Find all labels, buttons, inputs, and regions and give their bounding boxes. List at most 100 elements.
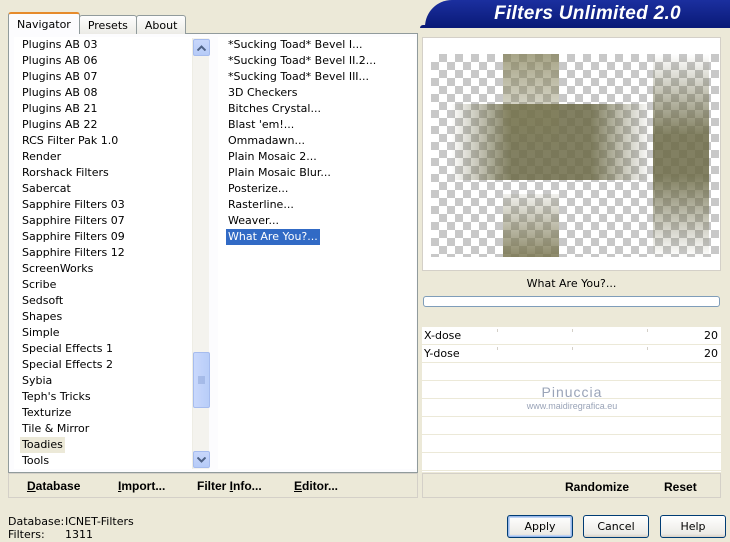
- list-item[interactable]: RCS Filter Pak 1.0: [14, 133, 208, 149]
- help-button[interactable]: Help: [660, 515, 726, 538]
- list-item[interactable]: Shapes: [14, 309, 208, 325]
- list-item-label: Sedsoft: [22, 294, 64, 307]
- list-item[interactable]: Tile & Mirror: [14, 421, 208, 437]
- selected-filter-title: What Are You?...: [422, 274, 721, 294]
- right-button-bar: Randomize Reset: [422, 473, 721, 498]
- filter-info-button[interactable]: Filter Info...: [197, 479, 262, 493]
- list-item[interactable]: Posterize...: [218, 181, 416, 197]
- list-item[interactable]: Plain Mosaic 2...: [218, 149, 416, 165]
- list-item[interactable]: Sabercat: [14, 181, 208, 197]
- slider-tick: [647, 347, 648, 350]
- list-item-label: Plugins AB 07: [22, 70, 98, 83]
- param-label: Y-dose: [424, 347, 460, 360]
- list-item[interactable]: Ommadawn...: [218, 133, 416, 149]
- list-item[interactable]: Rasterline...: [218, 197, 416, 213]
- chevron-up-icon: [197, 44, 206, 51]
- list-item[interactable]: Bitches Crystal...: [218, 101, 416, 117]
- list-item-label: Plugins AB 21: [22, 102, 98, 115]
- param-row-empty: [422, 363, 721, 381]
- list-item-label: Bitches Crystal...: [228, 102, 321, 115]
- scroll-down-button[interactable]: [193, 451, 210, 468]
- parameter-panel: X-dose 20 Y-dose 20 Pinuccia www.maidire…: [422, 327, 721, 472]
- list-item[interactable]: Plugins AB 03: [14, 37, 208, 53]
- filter-list[interactable]: *Sucking Toad* Bevel I... *Sucking Toad* …: [218, 37, 416, 469]
- scroll-thumb[interactable]: [193, 352, 210, 408]
- list-item-label: Shapes: [22, 310, 63, 323]
- list-item[interactable]: *Sucking Toad* Bevel II.2...: [218, 53, 416, 69]
- preview-bar-right: [653, 54, 709, 257]
- list-item[interactable]: *Sucking Toad* Bevel I...: [218, 37, 416, 53]
- list-item[interactable]: Plugins AB 22: [14, 117, 208, 133]
- list-item[interactable]: Teph's Tricks: [14, 389, 208, 405]
- list-item-label: Sabercat: [22, 182, 71, 195]
- list-item-label: RCS Filter Pak 1.0: [22, 134, 119, 147]
- list-item-label: Posterize...: [228, 182, 289, 195]
- scroll-up-button[interactable]: [193, 39, 210, 56]
- list-item[interactable]: Toadies: [14, 437, 208, 453]
- slider-tick: [572, 347, 573, 350]
- list-item[interactable]: Special Effects 1: [14, 341, 208, 357]
- list-item[interactable]: Sapphire Filters 12: [14, 245, 208, 261]
- list-item[interactable]: What Are You?...: [218, 229, 416, 245]
- list-item[interactable]: Render: [14, 149, 208, 165]
- list-item-label: Simple: [22, 326, 60, 339]
- list-item-label: Sapphire Filters 07: [22, 214, 125, 227]
- list-item[interactable]: Scribe: [14, 277, 208, 293]
- param-row-empty: [422, 417, 721, 435]
- tab-presets[interactable]: Presets: [78, 15, 137, 34]
- list-item[interactable]: Blast 'em!...: [218, 117, 416, 133]
- list-item-label: Texturize: [22, 406, 72, 419]
- slider-tick: [497, 329, 498, 332]
- list-item-label: Teph's Tricks: [22, 390, 91, 403]
- randomize-button[interactable]: Randomize: [565, 480, 629, 494]
- tab-about[interactable]: About: [135, 15, 187, 34]
- list-item-label: Plugins AB 03: [22, 38, 98, 51]
- list-item-label: ScreenWorks: [22, 262, 94, 275]
- list-item[interactable]: ScreenWorks: [14, 261, 208, 277]
- param-row-x-dose[interactable]: X-dose 20: [422, 327, 721, 345]
- list-item[interactable]: Rorshack Filters: [14, 165, 208, 181]
- left-button-bar: Database Import... Filter Info... Editor…: [8, 473, 418, 498]
- list-item[interactable]: Sybia: [14, 373, 208, 389]
- list-item[interactable]: Plain Mosaic Blur...: [218, 165, 416, 181]
- apply-button[interactable]: Apply: [507, 515, 573, 538]
- list-item[interactable]: Simple: [14, 325, 208, 341]
- slider-tick: [572, 329, 573, 332]
- watermark-name: Pinuccia: [541, 384, 603, 400]
- list-item-label: 3D Checkers: [228, 86, 298, 99]
- editor-button[interactable]: Editor...: [294, 479, 338, 493]
- list-item[interactable]: Plugins AB 06: [14, 53, 208, 69]
- list-item[interactable]: Sapphire Filters 07: [14, 213, 208, 229]
- cancel-button[interactable]: Cancel: [583, 515, 649, 538]
- list-item[interactable]: *Sucking Toad* Bevel III...: [218, 69, 416, 85]
- list-item[interactable]: Tools: [14, 453, 208, 469]
- watermark-site: www.maidiregrafica.eu: [526, 401, 618, 411]
- slider-tick: [497, 347, 498, 350]
- list-item[interactable]: Sapphire Filters 09: [14, 229, 208, 245]
- list-item[interactable]: Plugins AB 07: [14, 69, 208, 85]
- list-item[interactable]: Special Effects 2: [14, 357, 208, 373]
- reset-button[interactable]: Reset: [664, 480, 697, 494]
- list-item-label: Tile & Mirror: [22, 422, 90, 435]
- list-item[interactable]: Sedsoft: [14, 293, 208, 309]
- chevron-down-icon: [197, 456, 206, 463]
- list-item[interactable]: 3D Checkers: [218, 85, 416, 101]
- import-button[interactable]: Import...: [118, 479, 165, 493]
- list-item-label: Special Effects 2: [22, 358, 114, 371]
- list-item[interactable]: Plugins AB 21: [14, 101, 208, 117]
- list-item[interactable]: Plugins AB 08: [14, 85, 208, 101]
- list-item[interactable]: Texturize: [14, 405, 208, 421]
- category-list[interactable]: Plugins AB 03 Plugins AB 06 Plugins AB 07 P…: [14, 37, 209, 469]
- category-scrollbar[interactable]: [192, 38, 210, 469]
- list-item[interactable]: Sapphire Filters 03: [14, 197, 208, 213]
- preview-bar-top: [503, 54, 559, 154]
- list-item[interactable]: Weaver...: [218, 213, 416, 229]
- list-item-label: Special Effects 1: [22, 342, 114, 355]
- param-row-y-dose[interactable]: Y-dose 20: [422, 345, 721, 363]
- list-item-label: Plugins AB 22: [22, 118, 98, 131]
- progress-bar: [423, 296, 720, 307]
- tab-navigator[interactable]: Navigator: [8, 12, 80, 34]
- param-row-empty: [422, 453, 721, 471]
- list-item-label: *Sucking Toad* Bevel II.2...: [228, 54, 377, 67]
- database-button[interactable]: Database: [27, 479, 80, 493]
